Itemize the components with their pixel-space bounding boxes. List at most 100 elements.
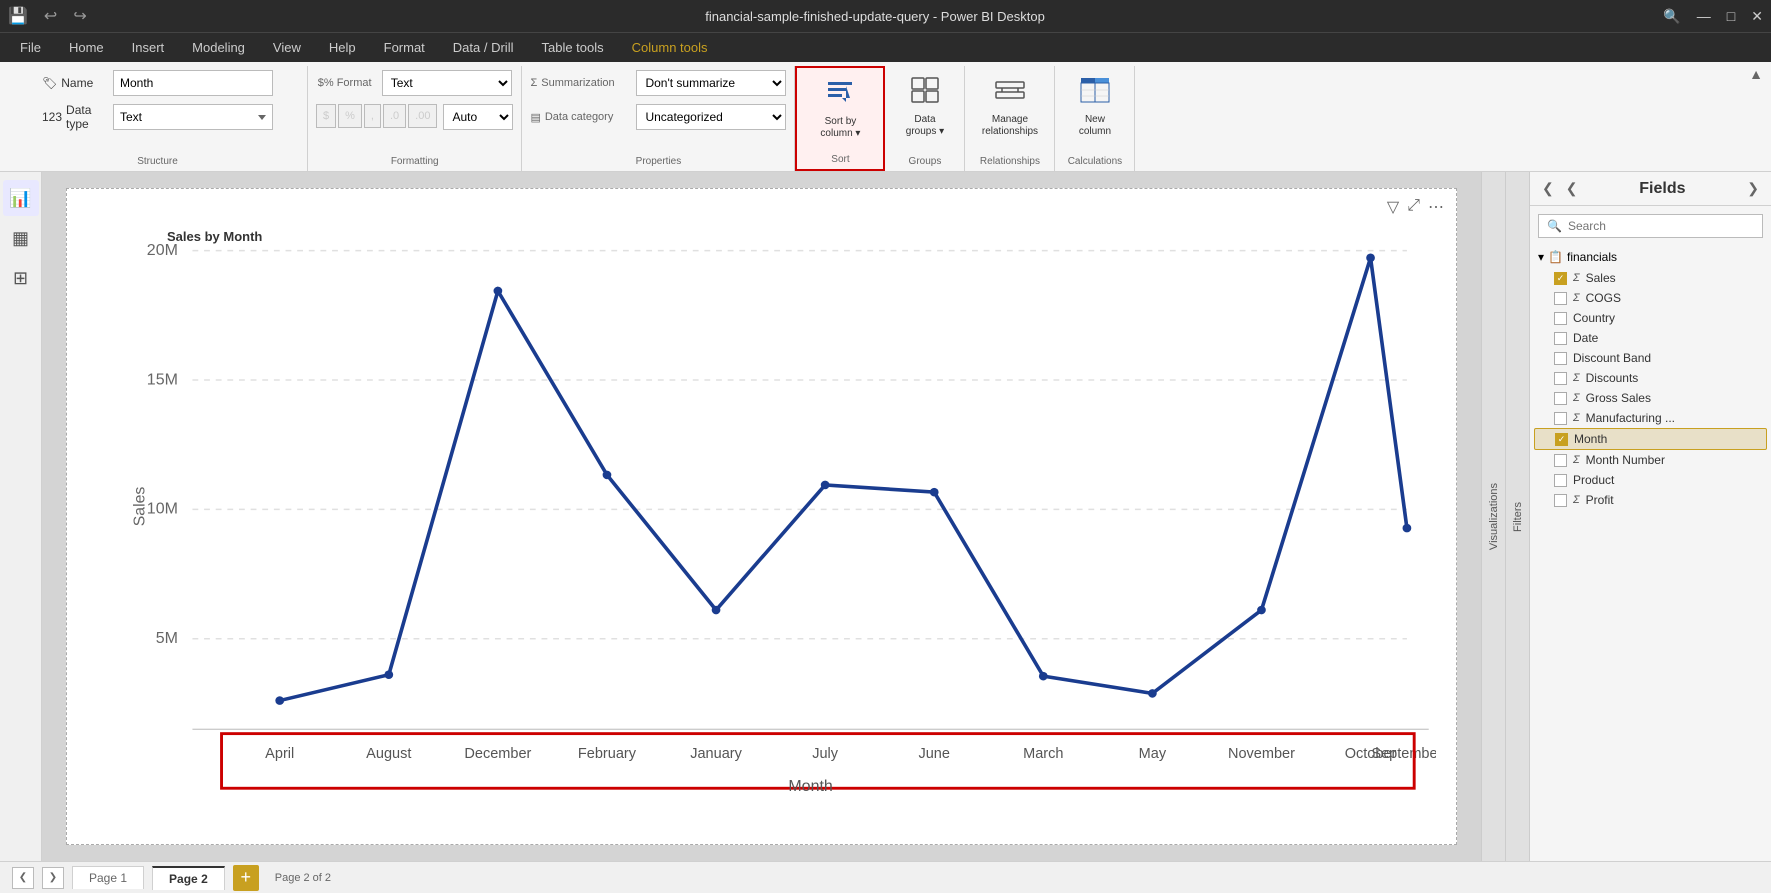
format-row: $% Format Text General Number xyxy=(318,70,512,96)
menu-format[interactable]: Format xyxy=(372,36,437,59)
field-country[interactable]: Country xyxy=(1534,308,1767,328)
redo-icon[interactable]: ↪ xyxy=(73,6,86,26)
field-gross-sales[interactable]: Σ Gross Sales xyxy=(1534,388,1767,408)
month-label: Month xyxy=(1574,432,1607,446)
field-product[interactable]: Product xyxy=(1534,470,1767,490)
datatype-select[interactable]: Text Whole Number Decimal Date xyxy=(113,104,273,130)
menu-insert[interactable]: Insert xyxy=(120,36,177,59)
add-page-button[interactable]: + xyxy=(233,865,259,891)
dollar-button[interactable]: $ xyxy=(316,104,336,128)
right-panels: Visualizations Filters ❮ ❮ Fields ❯ 🔍 xyxy=(1481,172,1771,861)
discount-band-checkbox[interactable] xyxy=(1554,352,1567,365)
expand-visual-icon[interactable]: ⤢ xyxy=(1407,197,1420,217)
name-input[interactable] xyxy=(113,70,273,96)
country-checkbox[interactable] xyxy=(1554,312,1567,325)
data-view-icon[interactable]: ▦ xyxy=(3,220,39,256)
report-view-icon[interactable]: 📊 xyxy=(3,180,39,216)
svg-text:June: June xyxy=(918,746,949,762)
more-options-icon[interactable]: ⋯ xyxy=(1428,197,1444,217)
data-groups-button[interactable]: Datagroups ▾ xyxy=(898,70,952,142)
minimize-button[interactable]: — xyxy=(1697,8,1711,25)
menu-column-tools[interactable]: Column tools xyxy=(620,36,720,59)
format-icon: $% xyxy=(318,77,334,89)
category-icon: ▤ xyxy=(530,111,540,124)
menu-modeling[interactable]: Modeling xyxy=(180,36,257,59)
field-profit[interactable]: Σ Profit xyxy=(1534,490,1767,510)
field-discounts[interactable]: Σ Discounts xyxy=(1534,368,1767,388)
sort-by-column-button[interactable]: Sort bycolumn ▾ xyxy=(812,72,868,144)
visualizations-panel-tab[interactable]: Visualizations xyxy=(1482,172,1506,861)
field-date[interactable]: Date xyxy=(1534,328,1767,348)
percent-button[interactable]: % xyxy=(338,104,362,128)
date-checkbox[interactable] xyxy=(1554,332,1567,345)
menu-home[interactable]: Home xyxy=(57,36,116,59)
ribbon-group-structure: 🏷 Name 123 Data type Text Whole Number D… xyxy=(8,66,308,171)
svg-text:April: April xyxy=(265,746,294,762)
auto-select[interactable]: Auto xyxy=(443,104,513,130)
datatype-field-row: 123 Data type Text Whole Number Decimal … xyxy=(42,103,273,131)
menu-view[interactable]: View xyxy=(261,36,313,59)
datacategory-label: ▤ Data category xyxy=(530,111,630,124)
ribbon-collapse-button[interactable]: ▲ xyxy=(1749,66,1763,82)
field-month[interactable]: ✓ Month xyxy=(1534,428,1767,450)
sales-sigma: Σ xyxy=(1573,272,1580,284)
dec-down-button[interactable]: .0 xyxy=(383,104,406,128)
product-checkbox[interactable] xyxy=(1554,474,1567,487)
discounts-checkbox[interactable] xyxy=(1554,372,1567,385)
panel-nav-left1[interactable]: ❮ xyxy=(1538,178,1558,199)
ribbon-group-formatting: $% Format Text General Number $ % , .0 .… xyxy=(308,66,522,171)
page-2-tab[interactable]: Page 2 xyxy=(152,866,225,890)
sales-label: Sales xyxy=(1586,271,1616,285)
undo-icon[interactable]: ↩ xyxy=(44,6,57,26)
field-manufacturing[interactable]: Σ Manufacturing ... xyxy=(1534,408,1767,428)
fields-search-input[interactable] xyxy=(1568,219,1754,233)
sales-checkbox[interactable]: ✓ xyxy=(1554,272,1567,285)
summarization-select[interactable]: Don't summarize Sum Average Count Min Ma… xyxy=(636,70,786,96)
search-icon[interactable]: 🔍 xyxy=(1663,8,1680,25)
gross-sales-checkbox[interactable] xyxy=(1554,392,1567,405)
close-button[interactable]: ✕ xyxy=(1751,8,1763,25)
table-name: financials xyxy=(1567,250,1617,264)
month-checkbox[interactable]: ✓ xyxy=(1555,433,1568,446)
field-discount-band[interactable]: Discount Band xyxy=(1534,348,1767,368)
field-month-number[interactable]: Σ Month Number xyxy=(1534,450,1767,470)
profit-checkbox[interactable] xyxy=(1554,494,1567,507)
new-column-button[interactable]: Newcolumn xyxy=(1070,70,1120,142)
panel-nav-right[interactable]: ❯ xyxy=(1743,178,1763,199)
data-groups-label: Datagroups ▾ xyxy=(906,114,944,138)
manage-relationships-label: Managerelationships xyxy=(982,114,1038,138)
window-title: financial-sample-finished-update-query -… xyxy=(87,9,1664,24)
month-number-checkbox[interactable] xyxy=(1554,454,1567,467)
menu-help[interactable]: Help xyxy=(317,36,368,59)
ribbon-group-calculations: Newcolumn Calculations xyxy=(1055,66,1135,171)
model-view-icon[interactable]: ⊞ xyxy=(3,260,39,296)
table-header-financials[interactable]: ▾ 📋 financials xyxy=(1534,246,1767,268)
menu-table-tools[interactable]: Table tools xyxy=(529,36,615,59)
datacategory-select[interactable]: Uncategorized Address City Country xyxy=(636,104,786,130)
field-cogs[interactable]: Σ COGS xyxy=(1534,288,1767,308)
maximize-button[interactable]: □ xyxy=(1727,8,1735,25)
ribbon-group-groups: Datagroups ▾ Groups xyxy=(885,66,965,171)
save-icon[interactable]: 💾 xyxy=(8,6,28,26)
menu-data-drill[interactable]: Data / Drill xyxy=(441,36,526,59)
comma-button[interactable]: , xyxy=(364,104,381,128)
cogs-checkbox[interactable] xyxy=(1554,292,1567,305)
manufacturing-checkbox[interactable] xyxy=(1554,412,1567,425)
page-prev-button[interactable]: ❮ xyxy=(12,867,34,889)
page-next-button[interactable]: ❯ xyxy=(42,867,64,889)
filters-panel-tab[interactable]: Filters xyxy=(1506,172,1530,861)
page-1-tab[interactable]: Page 1 xyxy=(72,866,144,889)
panel-nav-left2[interactable]: ❮ xyxy=(1562,178,1582,199)
svg-text:10M: 10M xyxy=(147,501,178,518)
svg-text:July: July xyxy=(812,746,839,762)
menu-file[interactable]: File xyxy=(8,36,53,59)
filter-visual-icon[interactable]: ▽ xyxy=(1387,197,1399,217)
dec-up-button[interactable]: .00 xyxy=(408,104,437,128)
sort-by-column-label: Sort bycolumn ▾ xyxy=(820,116,860,140)
datatype-label: 123 Data type xyxy=(42,103,107,131)
datatype-icon: 123 xyxy=(42,110,62,124)
format-select[interactable]: Text General Number xyxy=(382,70,512,96)
manage-relationships-button[interactable]: Managerelationships xyxy=(974,70,1046,142)
svg-text:February: February xyxy=(578,746,637,762)
field-sales[interactable]: ✓ Σ Sales xyxy=(1534,268,1767,288)
